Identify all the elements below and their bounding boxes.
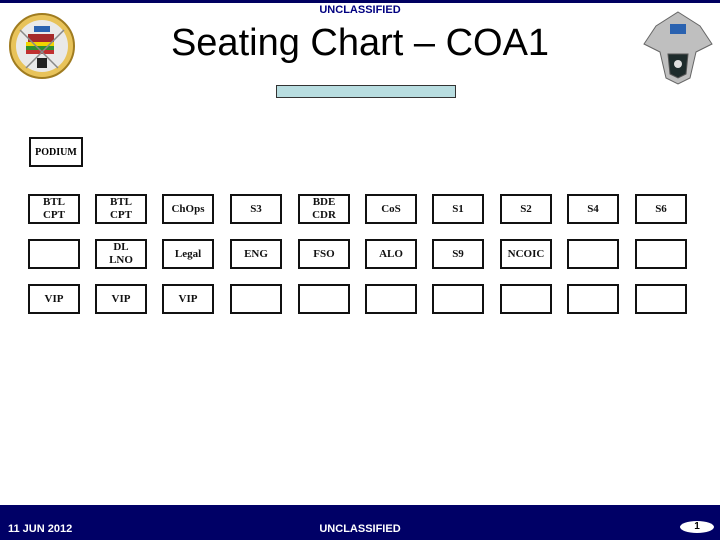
- podium: PODIUM: [29, 137, 83, 167]
- page-title: Seating Chart – COA1: [170, 22, 550, 64]
- footer-classification: UNCLASSIFIED: [319, 523, 401, 535]
- footer-bar: 11 JUN 2012 UNCLASSIFIED 1: [0, 505, 720, 540]
- seat-s3: S3: [230, 194, 282, 224]
- seat-legal: Legal: [162, 239, 214, 269]
- seat-s1: S1: [432, 194, 484, 224]
- seat-bde-cdr: BDE CDR: [298, 194, 350, 224]
- top-banner: [0, 0, 720, 3]
- seat-empty: [230, 284, 282, 314]
- seat-btl-cpt-2: BTL CPT: [95, 194, 147, 224]
- seat-dl-lno: DL LNO: [95, 239, 147, 269]
- seat-empty: [567, 284, 619, 314]
- seat-s4: S4: [567, 194, 619, 224]
- seat-chops: ChOps: [162, 194, 214, 224]
- seat-vip-3: VIP: [162, 284, 214, 314]
- seat-empty: [365, 284, 417, 314]
- seat-alo: ALO: [365, 239, 417, 269]
- seat-s9: S9: [432, 239, 484, 269]
- status-bar: [276, 85, 456, 98]
- seat-empty: [298, 284, 350, 314]
- seat-empty: [635, 239, 687, 269]
- seat-btl-cpt-1: BTL CPT: [28, 194, 80, 224]
- seat-empty: [635, 284, 687, 314]
- seat-empty: [500, 284, 552, 314]
- classification-header: UNCLASSIFIED: [319, 4, 401, 16]
- seat-s6: S6: [635, 194, 687, 224]
- seat-eng: ENG: [230, 239, 282, 269]
- seat-ncoic: NCOIC: [500, 239, 552, 269]
- seat-cos: CoS: [365, 194, 417, 224]
- seat-empty: [567, 239, 619, 269]
- seat-empty: [432, 284, 484, 314]
- page-number: 1: [680, 521, 714, 533]
- seat-fso: FSO: [298, 239, 350, 269]
- seat-empty: [28, 239, 80, 269]
- eagle-crest-icon: [643, 11, 713, 85]
- seat-s2: S2: [500, 194, 552, 224]
- seat-vip-1: VIP: [28, 284, 80, 314]
- seat-vip-2: VIP: [95, 284, 147, 314]
